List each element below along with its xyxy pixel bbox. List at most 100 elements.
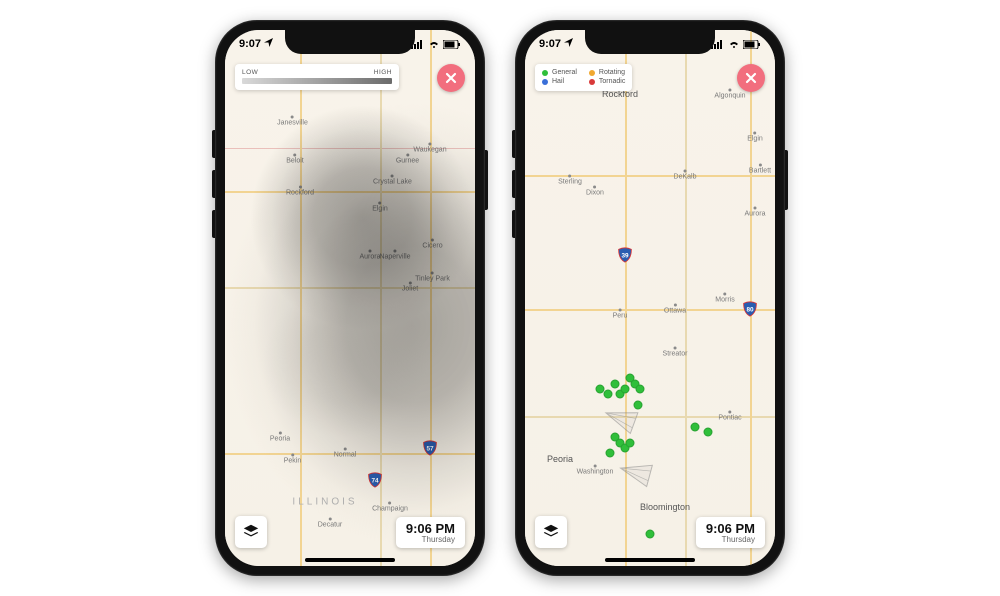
close-icon [445,72,457,84]
city-label: Dixon [586,185,604,196]
satellite-cloud-overlay [225,30,475,566]
city-label: Champaign [372,502,408,513]
close-button[interactable] [737,64,765,92]
city-label: Ottawa [664,303,686,314]
storm-track-cone [615,455,655,489]
storm-cell-marker[interactable] [611,379,620,388]
city-label: Rockford [286,185,314,196]
legend-dot-icon [589,70,595,76]
city-label: Elgin [372,201,388,212]
map-background[interactable]: RockfordAlgonquinElginBartlettDeKalbAuro… [525,30,775,566]
city-label: Beloit [286,153,304,164]
city-label: Peoria [270,432,290,443]
city-label: Bloomington [640,502,690,512]
city-label: Tinley Park [415,271,450,282]
state-label: ILLINOIS [292,496,357,507]
status-time: 9:07 [239,38,261,50]
city-label: Algonquin [714,89,745,100]
screen-right: 9:07 RockfordAlgonquinElginBartlettDeKal… [525,30,775,566]
city-label: Waukegan [413,142,446,153]
layers-button[interactable] [535,516,567,548]
svg-text:74: 74 [371,478,379,485]
interstate-shield-icon: 39 [617,247,633,263]
layers-button[interactable] [235,516,267,548]
city-label: Washington [577,464,614,475]
city-label: Morris [715,293,734,304]
legend-dot-icon [589,79,595,85]
storm-cell-marker[interactable] [703,428,712,437]
close-button[interactable] [437,64,465,92]
battery-icon [743,40,761,49]
legend-item-label: Hail [552,78,564,85]
interstate-shield-icon: 57 [422,440,438,456]
location-arrow-icon [564,38,573,50]
city-label: Naperville [379,250,410,261]
storm-cell-marker[interactable] [621,385,630,394]
home-indicator[interactable] [305,558,395,562]
legend-item: Hail [542,78,577,85]
phone-frame-left: 9:07 WaukeshaJanesvilleBeloitRockfordGur… [215,20,485,576]
intensity-legend: LOW HIGH [235,64,399,90]
phone-frame-right: 9:07 RockfordAlgonquinElginBartlettDeKal… [515,20,785,576]
storm-cell-marker[interactable] [603,390,612,399]
storm-cell-marker[interactable] [646,529,655,538]
battery-icon [443,40,461,49]
legend-item-label: General [552,69,577,76]
status-time: 9:07 [539,38,561,50]
timestamp-day: Thursday [406,535,455,544]
city-label: Streator [663,346,688,357]
timestamp-day: Thursday [706,535,755,544]
storm-cell-marker[interactable] [606,449,615,458]
svg-text:39: 39 [621,253,629,260]
city-label: Pontiac [718,410,741,421]
city-label: Gurnee [396,153,419,164]
interstate-shield-icon: 74 [367,472,383,488]
legend-item-label: Rotating [599,69,625,76]
legend-dot-icon [542,79,548,85]
notch [585,30,715,54]
wifi-icon [728,40,740,49]
city-label: Normal [334,448,357,459]
city-label: Joliet [402,282,418,293]
city-label: Cicero [422,239,442,250]
storm-cell-marker[interactable] [633,401,642,410]
city-label: Bartlett [749,164,771,175]
home-indicator[interactable] [605,558,695,562]
city-label: Pekin [284,453,302,464]
city-label: Decatur [318,518,343,529]
timestamp-time: 9:06 PM [406,521,455,536]
layers-icon [242,523,260,541]
timestamp-time: 9:06 PM [706,521,755,536]
city-label: Elgin [747,132,763,143]
city-label: Aurora [359,250,380,261]
city-label: Aurora [744,207,765,218]
wifi-icon [428,40,440,49]
layers-icon [542,523,560,541]
storm-cell-marker[interactable] [626,438,635,447]
city-label: Crystal Lake [373,175,412,186]
svg-text:57: 57 [426,445,434,452]
city-label: Peoria [547,454,573,464]
legend-item: Tornadic [589,78,625,85]
city-label: Peru [613,309,628,320]
map-background[interactable]: WaukeshaJanesvilleBeloitRockfordGurneeCr… [225,30,475,566]
legend-high-label: HIGH [374,69,392,76]
city-label: DeKalb [674,169,697,180]
svg-text:80: 80 [746,306,754,313]
city-label: Sterling [558,175,582,186]
city-label: Janesville [277,116,308,127]
legend-item: General [542,69,577,76]
legend-item-label: Tornadic [599,78,625,85]
close-icon [745,72,757,84]
interstate-shield-icon: 80 [742,301,758,317]
timestamp-card: 9:06 PM Thursday [696,517,765,548]
storm-cell-marker[interactable] [691,422,700,431]
intensity-gradient-bar [242,78,392,84]
legend-low-label: LOW [242,69,258,76]
legend-item: Rotating [589,69,625,76]
legend-dot-icon [542,70,548,76]
storm-cell-marker[interactable] [636,385,645,394]
screen-left: 9:07 WaukeshaJanesvilleBeloitRockfordGur… [225,30,475,566]
location-arrow-icon [264,38,273,50]
notch [285,30,415,54]
